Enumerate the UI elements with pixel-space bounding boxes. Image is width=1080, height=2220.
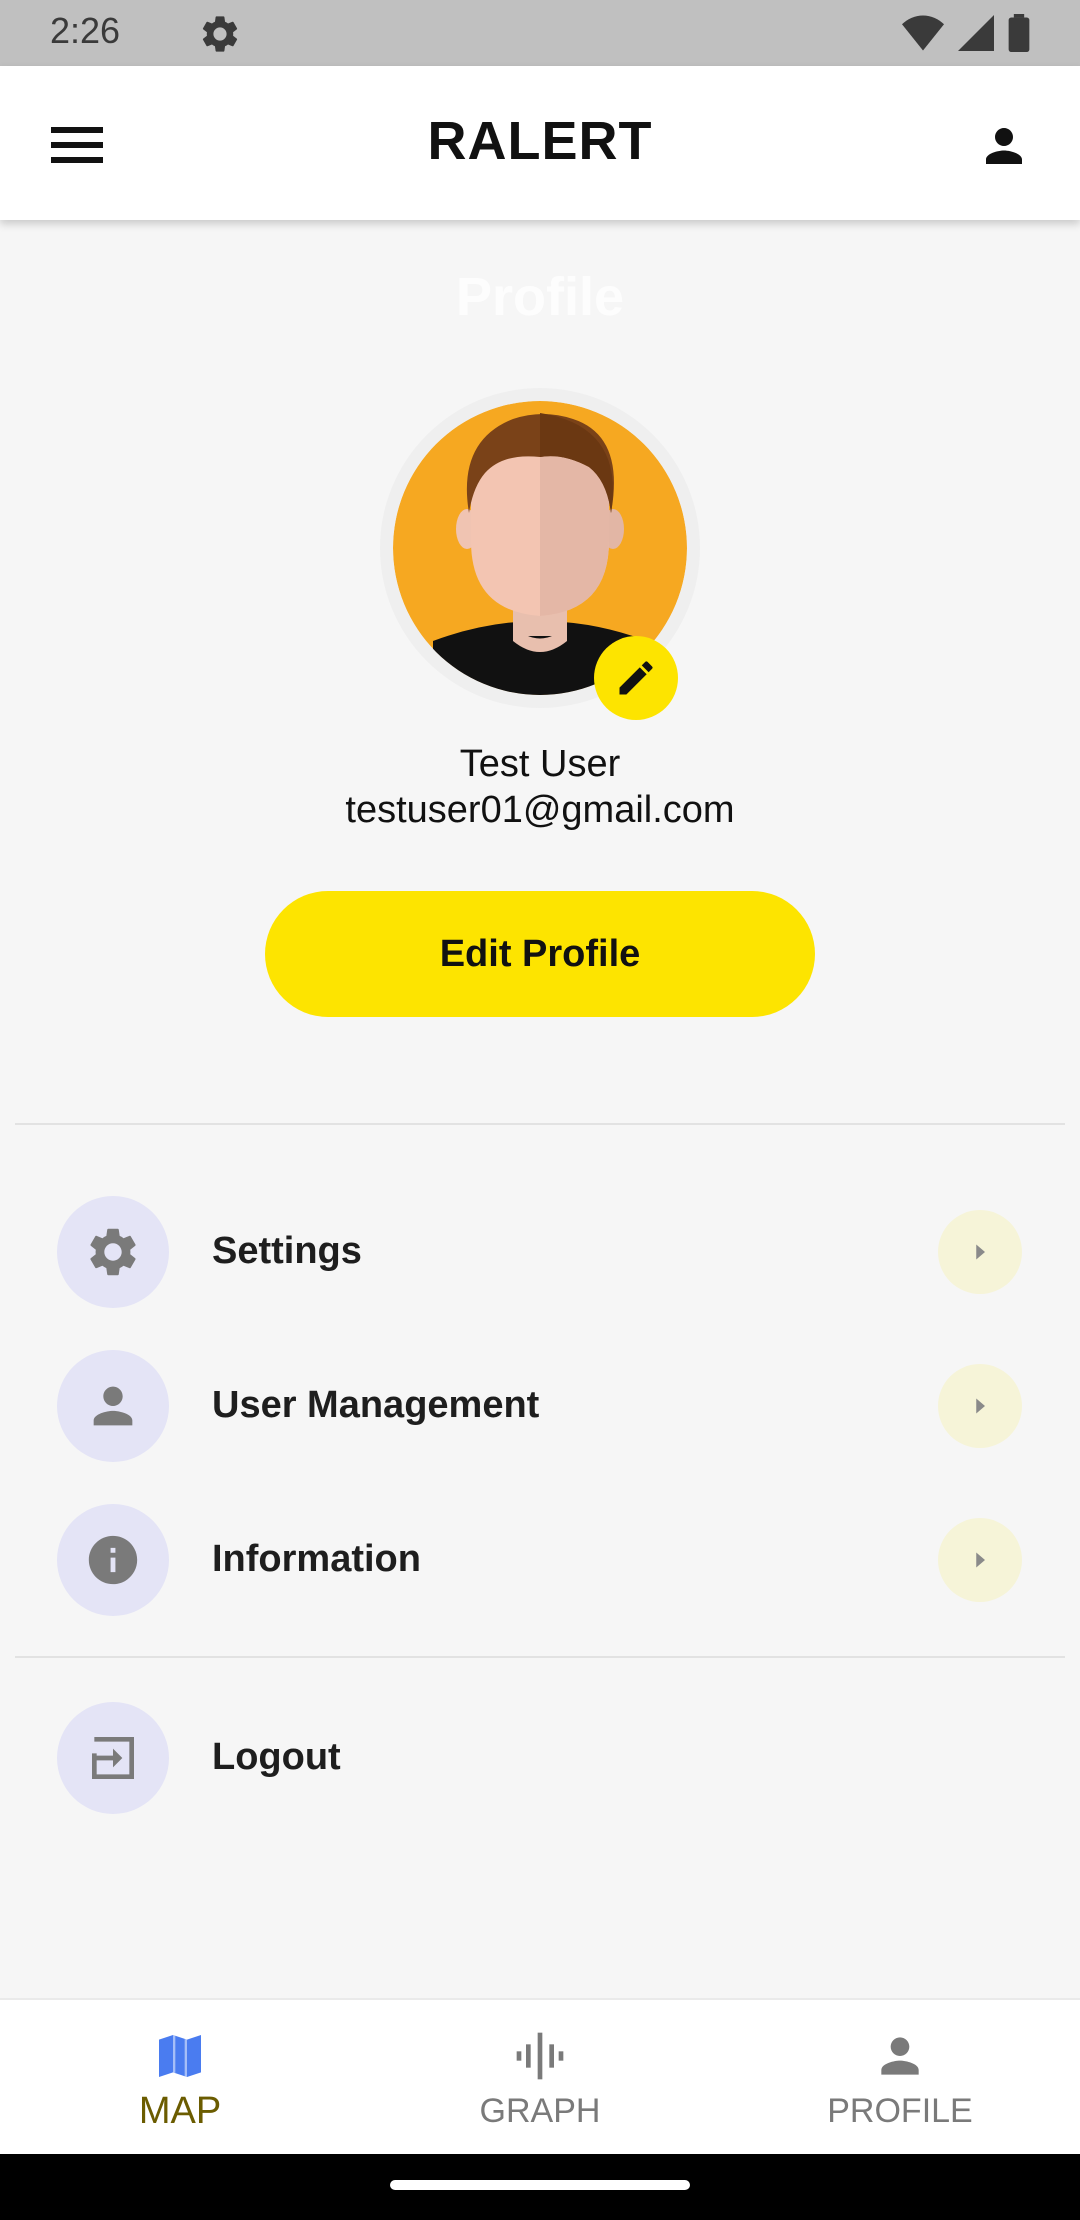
page-heading: Profile	[455, 267, 625, 327]
nav-item-profile[interactable]: PROFILE	[720, 2000, 1080, 2156]
menu-item-label: User Management	[212, 1384, 540, 1426]
nav-item-graph[interactable]: GRAPH	[360, 2000, 720, 2156]
battery-icon	[1008, 14, 1030, 52]
status-icons	[902, 14, 1030, 52]
information-icon-circle	[57, 1504, 169, 1616]
user-name: Test User	[459, 743, 621, 785]
person-icon	[93, 1386, 133, 1426]
chevron-right-icon[interactable]	[938, 1364, 1022, 1448]
chevron-right-icon[interactable]	[938, 1210, 1022, 1294]
user-management-icon-circle	[57, 1350, 169, 1462]
pencil-icon	[619, 661, 653, 695]
menu-item-logout[interactable]: Logout	[0, 1702, 1080, 1814]
chevron-right-icon[interactable]	[938, 1518, 1022, 1602]
app-bar: RALERT	[0, 66, 1080, 220]
user-email: testuser01@gmail.com	[345, 789, 735, 831]
wifi-icon	[902, 15, 944, 51]
status-time: 2:26	[50, 10, 121, 51]
gesture-bar	[0, 2154, 1080, 2220]
menu-item-user-management[interactable]: User Management	[0, 1350, 1080, 1462]
nav-label-profile: PROFILE	[827, 2092, 973, 2130]
nav-label-graph: GRAPH	[479, 2092, 601, 2130]
logout-icon	[92, 1737, 134, 1779]
bottom-nav: MAP GRAPH PROFILE	[0, 1998, 1080, 2156]
nav-label-map: MAP	[138, 2090, 222, 2132]
status-bar: 2:26	[0, 0, 1080, 66]
menu-item-label: Settings	[212, 1230, 362, 1272]
menu-item-settings[interactable]: Settings	[0, 1196, 1080, 1308]
account-button[interactable]	[964, 106, 1044, 186]
map-icon	[159, 2035, 201, 2077]
gear-icon	[202, 16, 238, 52]
avatar-edit-button[interactable]	[594, 636, 678, 720]
menu-item-information[interactable]: Information	[0, 1504, 1080, 1616]
logout-icon-circle	[57, 1702, 169, 1814]
graph-icon	[516, 2032, 564, 2080]
nav-item-map[interactable]: MAP	[0, 2000, 360, 2156]
menu-item-label: Logout	[212, 1736, 341, 1778]
account-icon	[986, 128, 1022, 164]
home-gesture-handle[interactable]	[390, 2180, 690, 2190]
edit-profile-button[interactable]: Edit Profile	[265, 891, 815, 1017]
settings-icon-circle	[57, 1196, 169, 1308]
info-icon	[88, 1535, 138, 1585]
app-title: RALERT	[427, 111, 653, 171]
divider	[15, 1123, 1065, 1125]
person-icon	[881, 2037, 919, 2075]
divider	[15, 1656, 1065, 1658]
menu-item-label: Information	[212, 1538, 421, 1580]
gear-icon	[90, 1228, 136, 1276]
signal-icon	[958, 15, 994, 51]
